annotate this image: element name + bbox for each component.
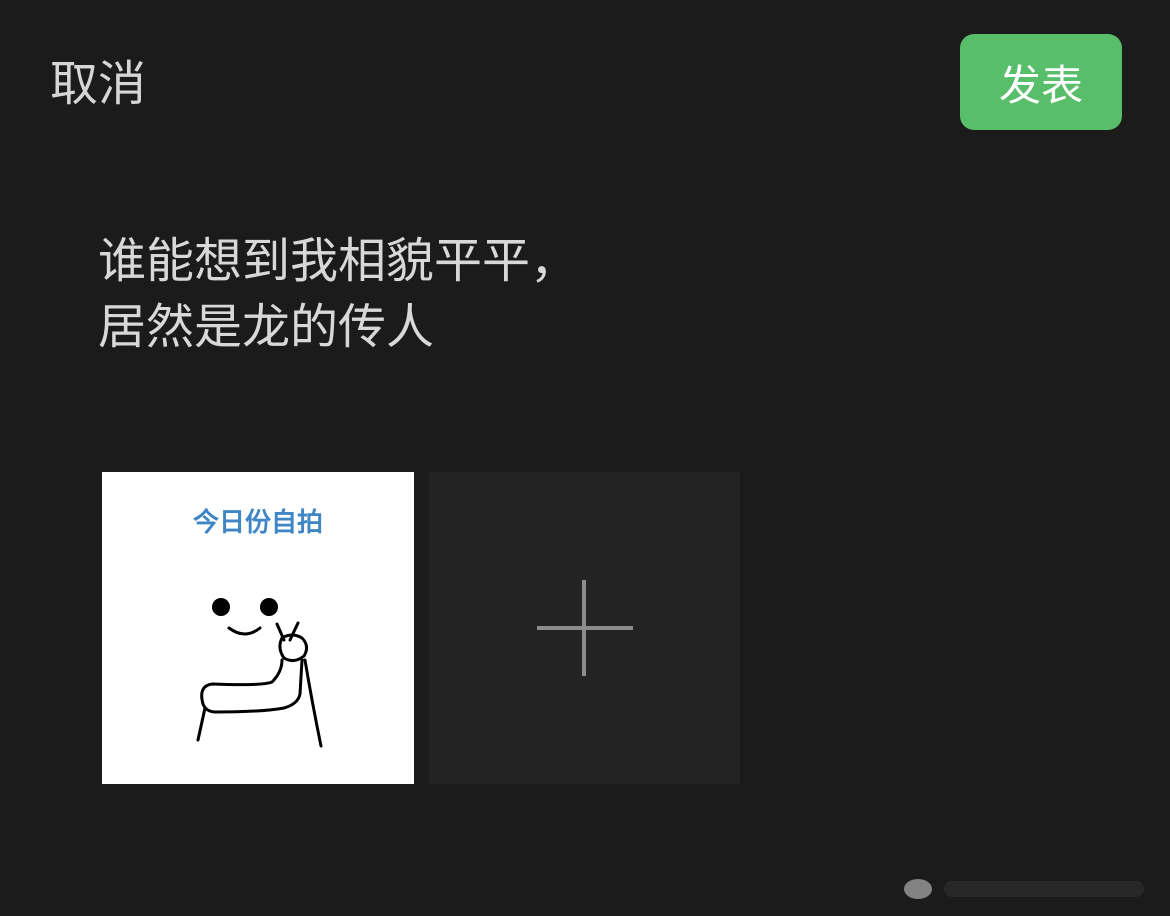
doodle-body-right [303,658,323,748]
doodle-smile [227,626,262,636]
doodle-right-eye [260,598,278,616]
plus-icon [537,580,633,676]
attached-image-thumbnail[interactable]: 今日份自拍 [102,472,414,784]
cancel-button[interactable]: 取消 [50,54,146,114]
doodle-arm [200,658,304,714]
post-text-line-2: 居然是龙的传人 [98,299,435,355]
selfie-doodle-illustration [196,598,323,748]
doodle-body-left [196,706,207,742]
doodle-peace-hand [275,621,309,663]
add-image-button[interactable] [429,472,740,784]
doodle-left-eye [212,598,230,616]
publish-button-label: 发表 [998,60,1083,110]
post-text-line-1: 谁能想到我相貌平平， [98,233,579,289]
publish-button[interactable]: 发表 [960,34,1122,130]
watermark-logo [904,879,1144,899]
post-text-input[interactable]: 谁能想到我相貌平平， 居然是龙的传人 [98,228,998,360]
